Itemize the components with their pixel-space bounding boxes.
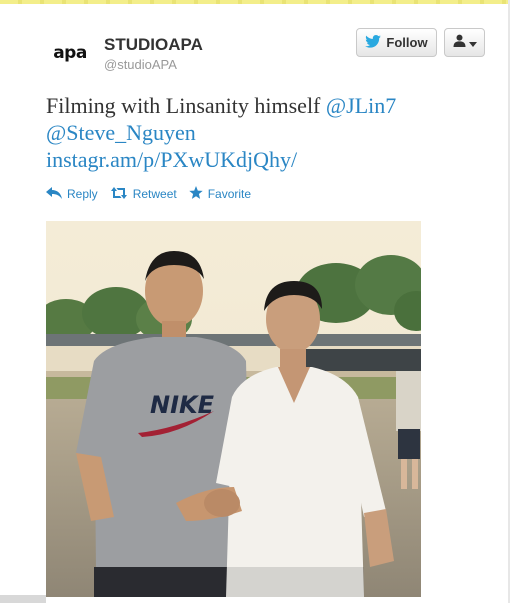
avatar[interactable]: apa: [46, 29, 94, 77]
tweet-text-body: Filming with Linsanity himself: [46, 93, 326, 118]
retweet-action[interactable]: Retweet: [110, 186, 177, 202]
caret-down-icon: [468, 34, 477, 52]
retweet-label: Retweet: [132, 187, 177, 201]
mention-jlin7[interactable]: @JLin7: [326, 93, 396, 118]
user-actions-button[interactable]: [444, 28, 485, 57]
reply-icon: [46, 186, 62, 202]
avatar-logo-text: apa: [53, 43, 87, 63]
account-name[interactable]: STUDIOAPA: [104, 35, 203, 55]
tweet-actions: Reply Retweet Favorite: [46, 184, 263, 204]
retweet-icon: [110, 186, 128, 202]
account-handle[interactable]: @studioAPA: [104, 57, 177, 72]
horizontal-scrollbar[interactable]: [0, 595, 46, 603]
star-icon: [189, 185, 203, 203]
photo-illustration: NIKE: [46, 221, 421, 597]
shirt-logo-text: NIKE: [150, 391, 215, 419]
instagram-link[interactable]: instagr.am/p/PXwUKdjQhy/: [46, 147, 297, 172]
follow-label: Follow: [386, 35, 428, 50]
follow-button[interactable]: Follow: [356, 28, 437, 57]
twitter-bird-icon: [365, 34, 382, 51]
top-border-strip: [0, 0, 510, 4]
reply-label: Reply: [67, 187, 98, 201]
favorite-action[interactable]: Favorite: [189, 185, 252, 203]
tweet-text: Filming with Linsanity himself @JLin7 @S…: [46, 92, 466, 173]
reply-action[interactable]: Reply: [46, 186, 98, 202]
tweet-photo[interactable]: NIKE: [46, 221, 421, 597]
favorite-label: Favorite: [207, 187, 252, 201]
user-icon: [453, 34, 466, 52]
mention-steve-nguyen[interactable]: @Steve_Nguyen: [46, 120, 196, 145]
